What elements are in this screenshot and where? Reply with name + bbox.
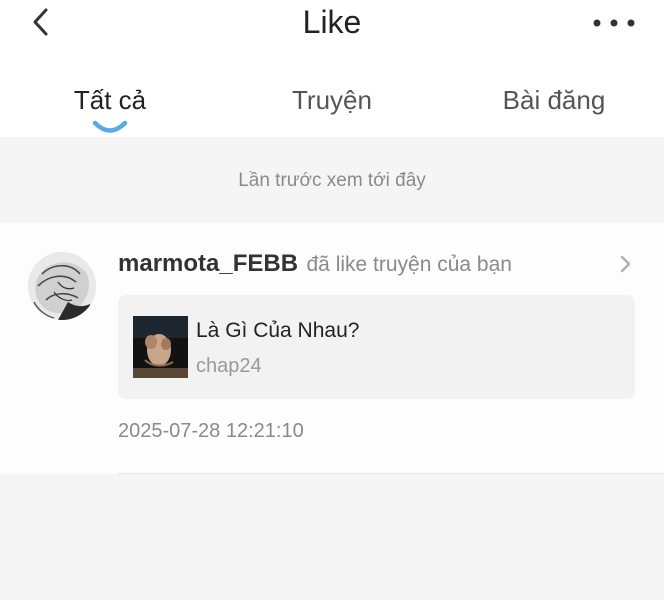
last-seen-divider: Lần trước xem tới đây bbox=[0, 137, 664, 223]
last-seen-label: Lần trước xem tới đây bbox=[238, 170, 426, 191]
timestamp: 2025-07-28 12:21:10 bbox=[118, 420, 304, 442]
tab-all[interactable]: Tất cả bbox=[50, 80, 170, 120]
username[interactable]: marmota_FEBB bbox=[118, 250, 298, 277]
page-title: Like bbox=[302, 4, 362, 40]
tab-stories[interactable]: Truyện bbox=[272, 80, 392, 120]
story-title: Là Gì Của Nhau? bbox=[196, 319, 360, 342]
story-thumbnail-image bbox=[133, 316, 188, 378]
avatar[interactable] bbox=[28, 252, 96, 320]
story-card[interactable]: Là Gì Của Nhau? chap24 bbox=[118, 295, 635, 399]
more-options-icon[interactable] bbox=[592, 14, 636, 32]
story-chapter: chap24 bbox=[196, 355, 262, 377]
top-bar: Like Tất cả Truyện Bài đăng bbox=[0, 0, 664, 137]
avatar-image bbox=[28, 252, 96, 320]
divider bbox=[118, 473, 664, 474]
active-tab-indicator bbox=[92, 120, 128, 133]
action-text: đã like truyện của bạn bbox=[306, 253, 512, 276]
chevron-right-icon[interactable] bbox=[618, 254, 634, 274]
story-thumbnail bbox=[133, 316, 188, 378]
notification-text: marmota_FEBB đã like truyện của bạn bbox=[118, 249, 512, 282]
tab-posts[interactable]: Bài đăng bbox=[484, 80, 624, 120]
notification-item[interactable]: marmota_FEBB đã like truyện của bạn Là G… bbox=[0, 223, 664, 474]
